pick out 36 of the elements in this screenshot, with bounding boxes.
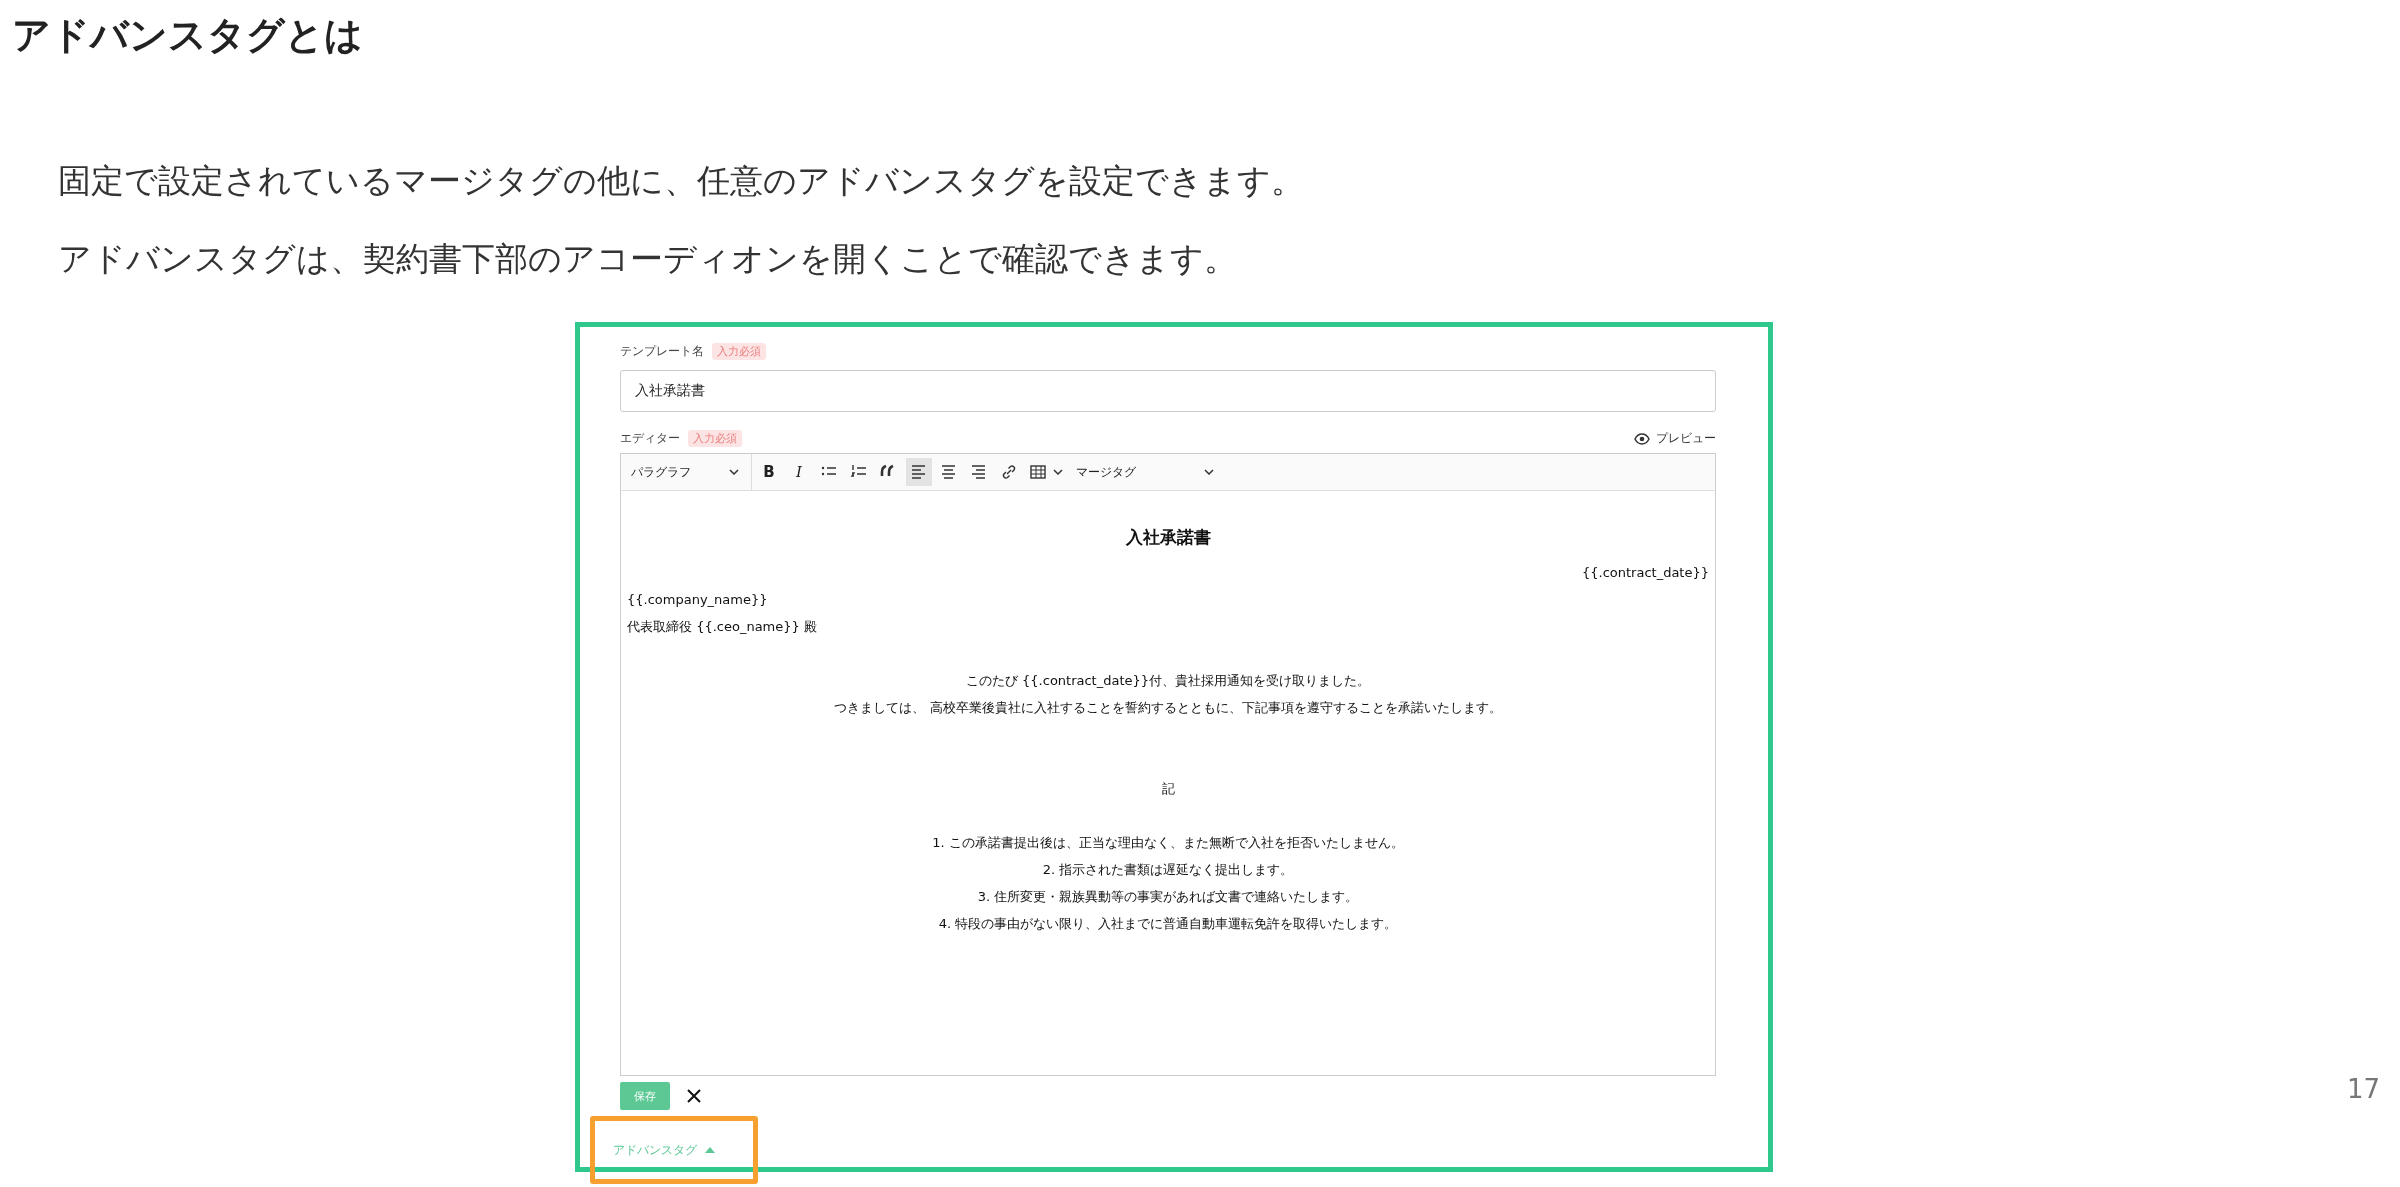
dropdown-select[interactable]: パラグラフ xyxy=(625,458,745,486)
required-badge: 入力必須 xyxy=(712,343,766,360)
chevron-down-icon xyxy=(1204,469,1214,475)
document-text: 2. 指示された書類は遅延なく提出します。 xyxy=(1042,862,1294,877)
document-text: 4. 特段の事由がない限り、入社までに普通自動車運転免許を取得いたします。 xyxy=(938,916,1398,931)
chevron-down-icon xyxy=(1053,469,1063,475)
field-label: エディター xyxy=(620,430,680,447)
body-text: 固定で設定されているマージタグの他に、任意のアドバンスタグを設定できます。 xyxy=(58,162,1305,200)
document-text: 代表取締役 {{.ceo_name}} 殿 xyxy=(627,619,817,634)
align-center-icon xyxy=(940,463,958,481)
document-title: 入社承諾書 xyxy=(1124,526,1212,549)
document-text: {{.contract_date}} xyxy=(1581,565,1709,580)
preview-button[interactable]: プレビュー xyxy=(1634,430,1716,447)
document-text: 1. この承諾書提出後は、正当な理由なく、また無断で入社を拒否いたしません。 xyxy=(932,835,1404,850)
document-text: このたび {{.contract_date}}付、貴社採用通知を受け取りました。 xyxy=(965,673,1371,688)
field-label: テンプレート名 xyxy=(620,343,704,360)
document-text: 3. 住所変更・親族異動等の事実があれば文書で連絡いたします。 xyxy=(977,889,1359,904)
required-badge: 入力必須 xyxy=(688,430,742,447)
slide-heading: アドバンスタグとは xyxy=(11,12,364,58)
align-right-icon xyxy=(970,463,988,481)
document-text: 記 xyxy=(1161,781,1175,796)
table-icon xyxy=(1029,463,1047,481)
dropdown-select[interactable]: マージタグ xyxy=(1070,458,1220,486)
document-text: {{.company_name}} xyxy=(627,592,768,607)
body-text: アドバンスタグは、契約書下部のアコーディオンを開くことで確認できます。 xyxy=(58,240,1238,278)
document-text: つきましては、 高校卒業後貴社に入社することを誓約するとともに、下記事項を遵守することを承諾いたします。 xyxy=(834,700,1502,715)
link-icon xyxy=(1000,463,1018,481)
bold-button[interactable]: B xyxy=(756,458,782,486)
caret-icon xyxy=(705,1147,715,1153)
toolbar-button[interactable] xyxy=(906,458,932,486)
page-number: 17 xyxy=(2346,1074,2380,1104)
template-name-field[interactable]: 入社承諾書 xyxy=(620,370,1716,412)
eye-icon xyxy=(1634,432,1650,445)
align-left-icon xyxy=(910,463,928,481)
chevron-down-icon xyxy=(729,469,739,475)
italic-button[interactable]: I xyxy=(786,458,812,486)
